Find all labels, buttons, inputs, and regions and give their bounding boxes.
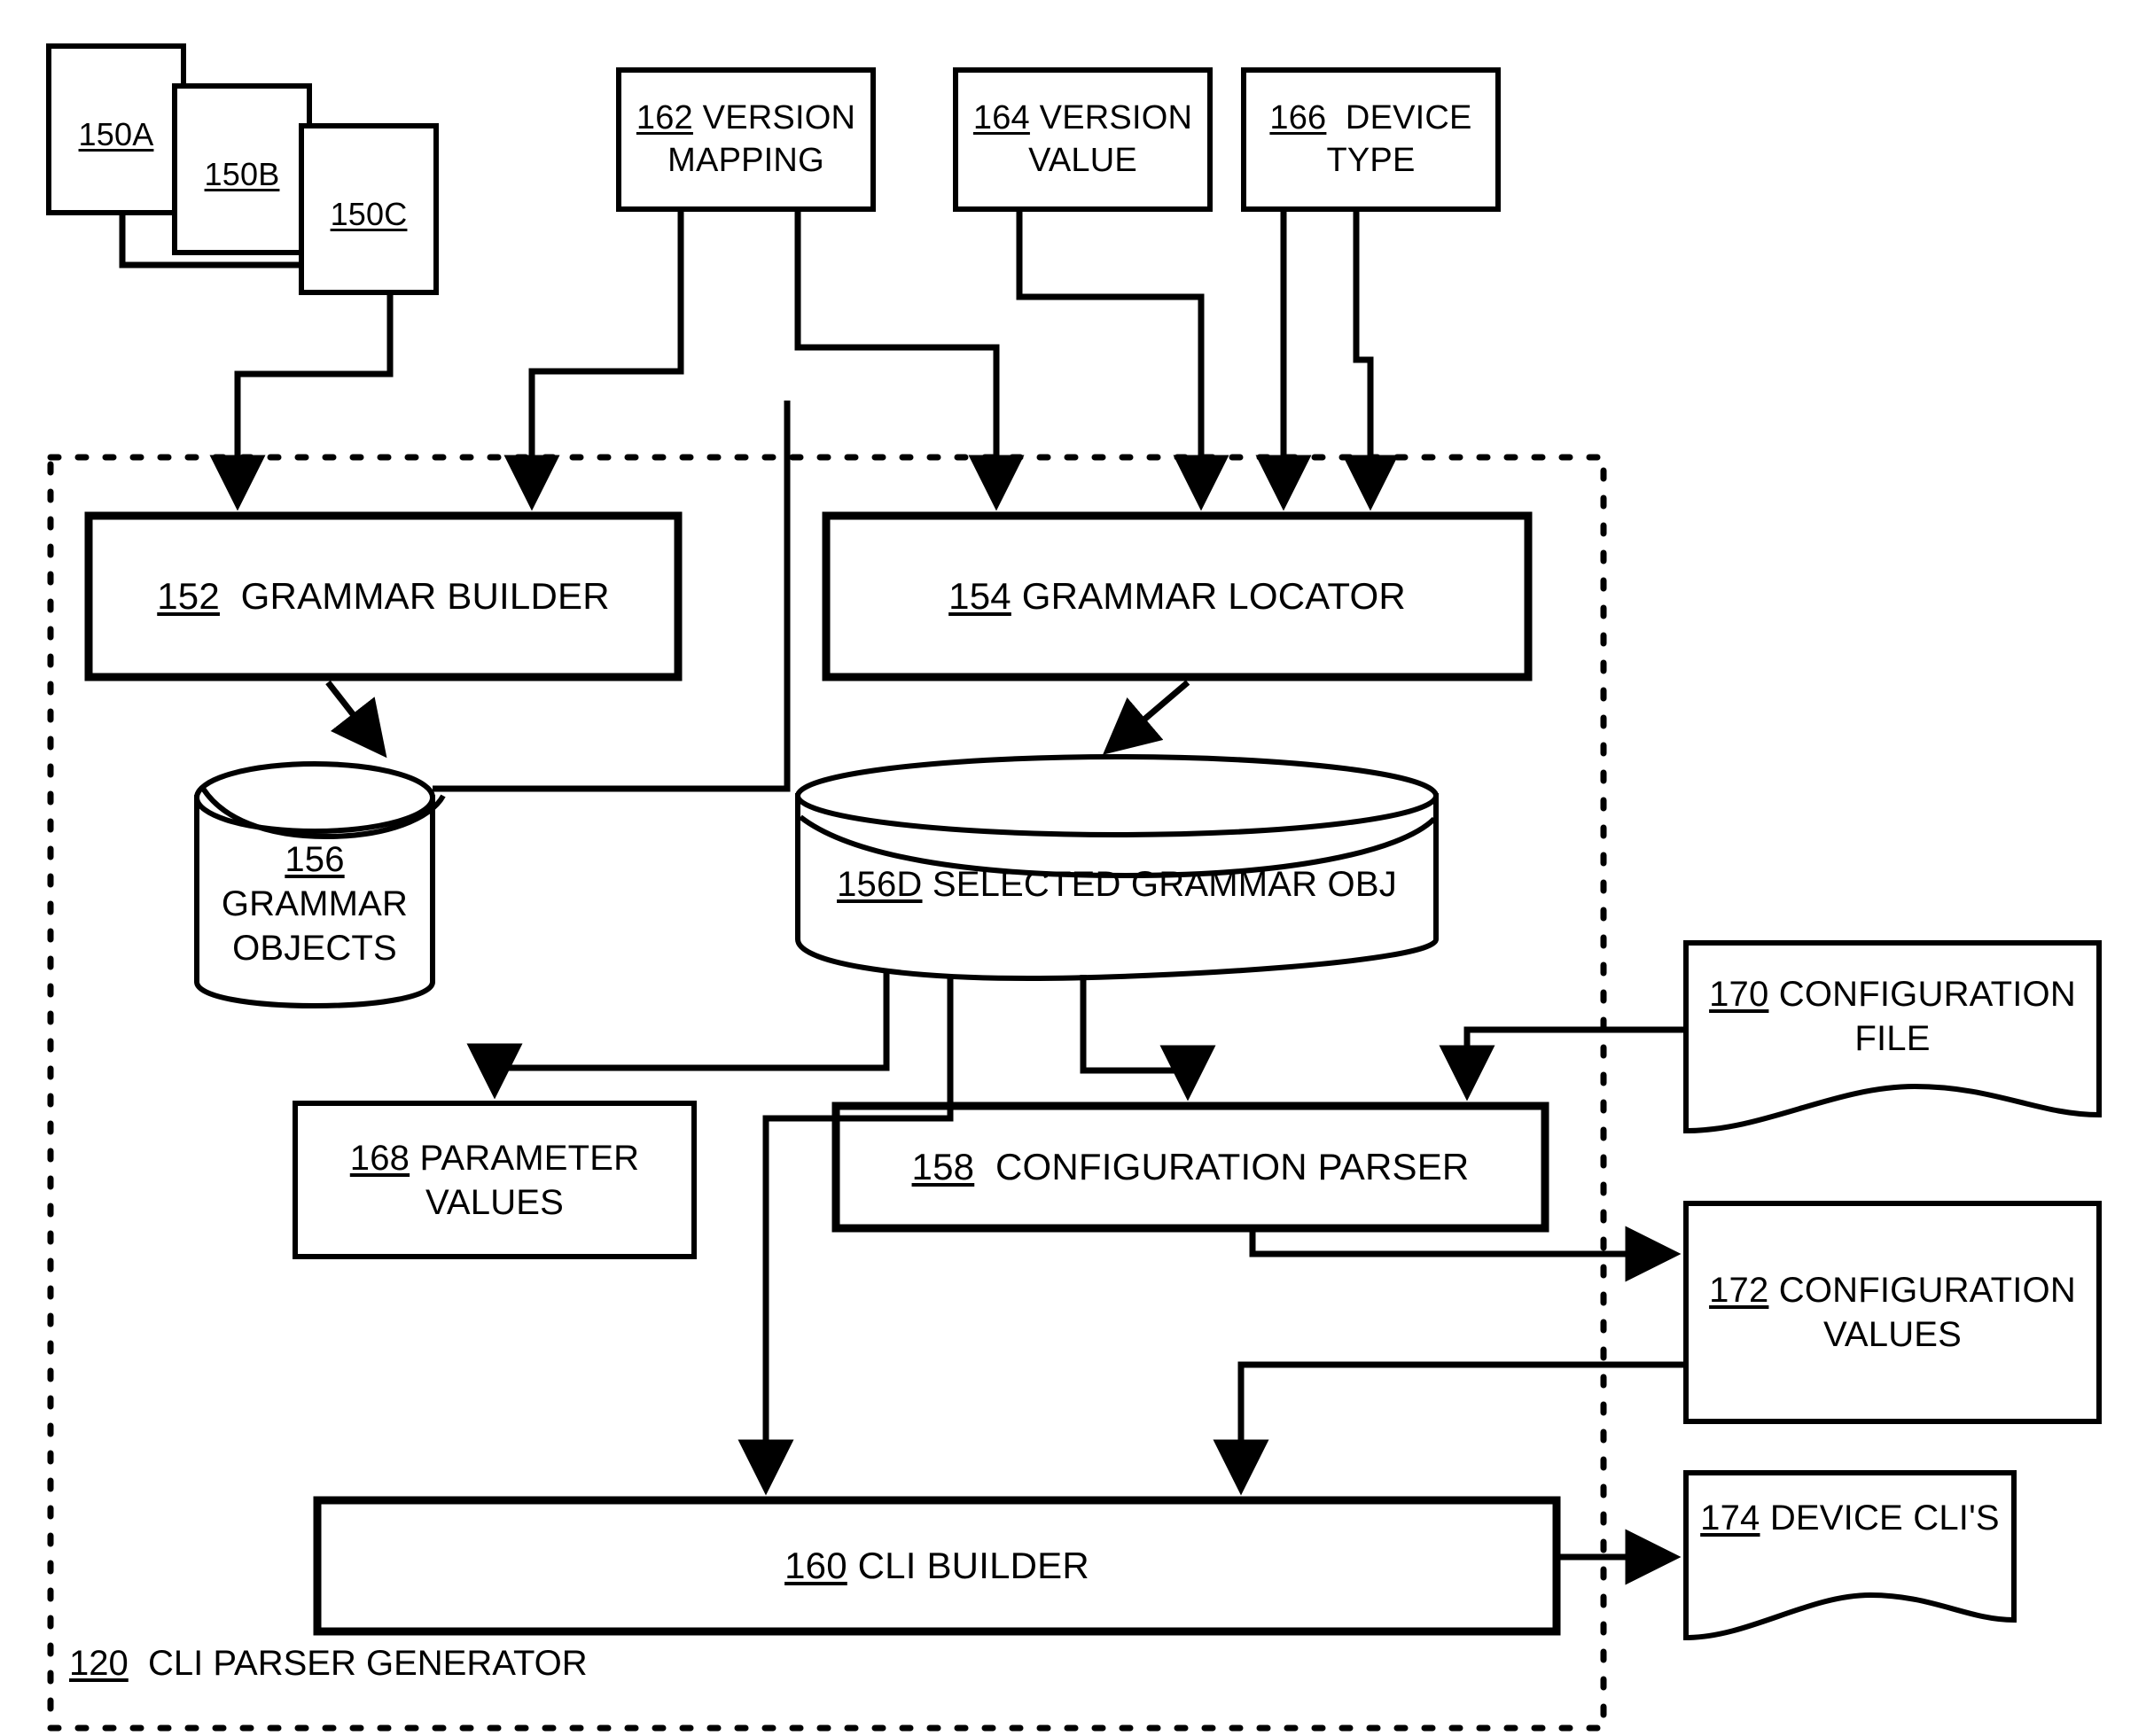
- device-type-box: [1241, 67, 1501, 212]
- configuration-values-box: [1683, 1201, 2102, 1424]
- connector-device-type-to-grammar-locator: [1342, 209, 1399, 511]
- grammar-file-150a: [46, 43, 186, 215]
- configuration-file-doc: [1683, 940, 2102, 1134]
- grammar-locator-box: [822, 511, 1533, 681]
- parameter-values-box: [293, 1101, 697, 1259]
- grammar-builder-box: [84, 511, 683, 681]
- version-mapping-box: [616, 67, 876, 212]
- grammar-file-150c: [299, 123, 439, 295]
- connector-selected-grammar-obj-to-configuration-parser: [1080, 975, 1216, 1102]
- connector-grammar-locator-to-selected-grammar-obj: [1103, 680, 1190, 755]
- selected-grammar-obj-cylinder: [795, 754, 1439, 982]
- figure-canvas: 150A 150B 150C 162 VERSION MAPPING 164 V…: [0, 0, 2154, 1736]
- connector-configuration-parser-to-configuration-values: [1249, 1226, 1682, 1282]
- device-clis-doc: [1683, 1470, 2017, 1641]
- connector-configuration-file-to-configuration-parser: [1439, 1026, 1686, 1102]
- grammar-objects-cylinder: [194, 761, 446, 1009]
- diagram-vector-layer: [46, 43, 2102, 1732]
- cli-builder-box: [313, 1496, 1561, 1636]
- connector-grammarfiles-to-grammar-builder: [209, 292, 394, 511]
- connector-selected-grammar-obj-to-parameter-values: [466, 973, 890, 1100]
- grammar-file-150b: [172, 83, 312, 255]
- version-value-box: [953, 67, 1213, 212]
- region-title-cli-parser-generator: 120 CLI PARSER GENERATOR: [69, 1644, 588, 1683]
- configuration-parser-box: [831, 1102, 1549, 1233]
- connector-configuration-values-to-cli-builder: [1213, 1361, 1686, 1496]
- connector-grammar-builder-to-grammar-objects: [325, 680, 387, 759]
